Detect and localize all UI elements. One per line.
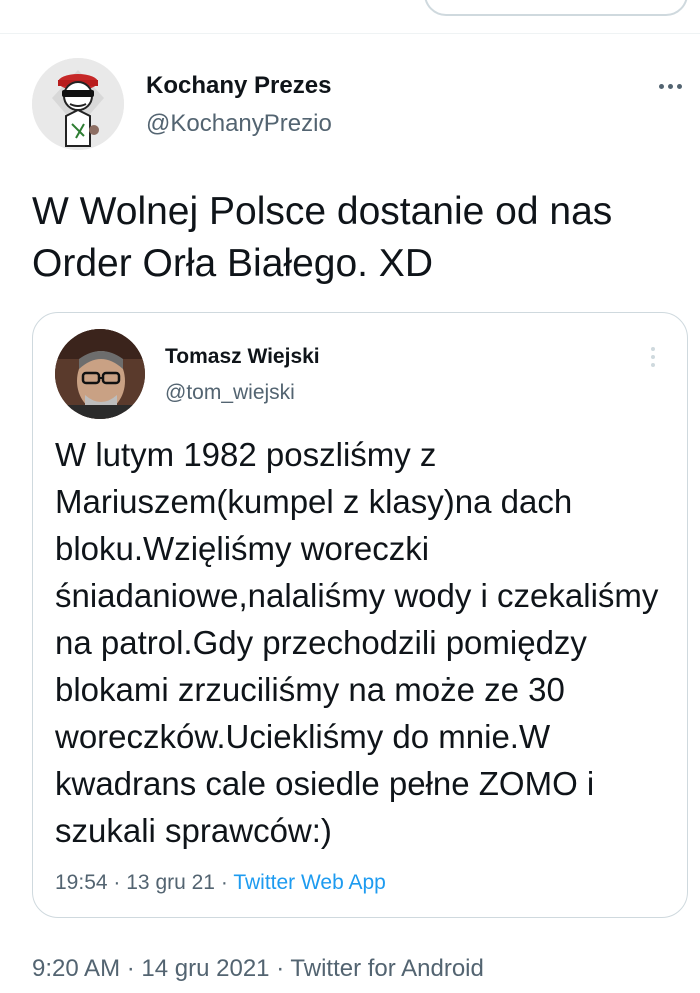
author-name[interactable]: Kochany Prezes [146,72,331,100]
quoted-tweet-meta: 19:54 · 13 gru 21 · Twitter Web App [55,871,386,895]
quoted-author-handle[interactable]: @tom_wiejski [165,381,295,405]
separator: · [126,955,135,982]
author-avatar[interactable] [32,58,124,150]
quoted-time: 19:54 [55,871,108,894]
tweet-time[interactable]: 9:20 AM [32,955,120,982]
quoted-author-name[interactable]: Tomasz Wiejski [165,345,320,369]
more-vertical-icon[interactable] [643,343,663,371]
tweet-text: W Wolnej Polsce dostanie od nas Order Or… [32,190,613,285]
quoted-avatar-photo [55,329,145,419]
author-handle[interactable]: @KochanyPrezio [146,110,332,138]
quoted-source-link[interactable]: Twitter Web App [233,871,386,894]
quoted-tweet-text: W lutym 1982 poszliśmy z Mariuszem(kumpe… [55,436,659,849]
tweet-date[interactable]: 14 gru 2021 [141,955,269,982]
quoted-tweet[interactable]: Tomasz Wiejski @tom_wiejski W lutym 1982… [32,312,688,918]
quoted-date: 13 gru 21 [126,871,215,894]
tweet-page: Kochany Prezes @KochanyPrezio W Wolnej P… [0,0,700,993]
previous-element-box[interactable] [424,0,688,16]
quoted-author-avatar[interactable] [55,329,145,419]
separator: · [220,871,228,894]
separator: · [113,871,121,894]
more-horizontal-icon[interactable] [652,72,688,100]
separator: · [276,955,285,982]
tweet-source[interactable]: Twitter for Android [290,955,483,982]
avatar-illustration [32,58,124,150]
divider [0,33,700,34]
tweet-meta: 9:20 AM · 14 gru 2021 · Twitter for Andr… [32,955,484,983]
